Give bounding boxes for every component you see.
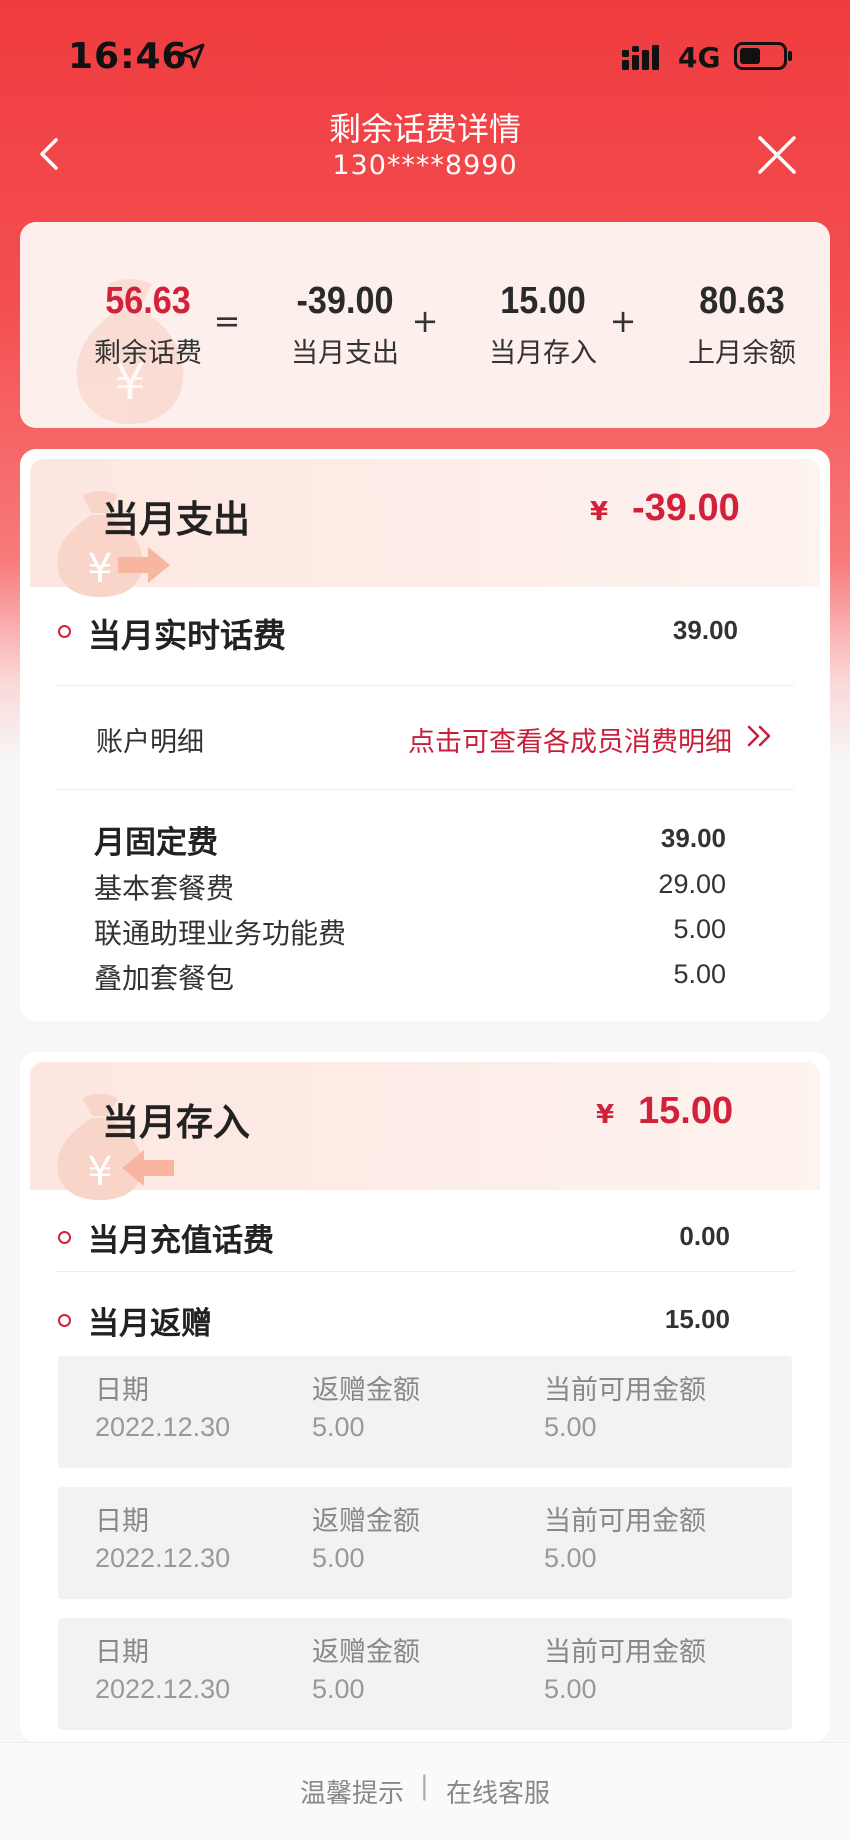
account-detail-link[interactable]: 账户明细 点击可查看各成员消费明细 (20, 706, 830, 766)
deposit-section: ¥ 当月存入 ¥ 15.00 当月充值话费 0.00 当月返赠 15.00 日期… (20, 1052, 830, 1742)
plus-sign: + (411, 302, 439, 340)
record-rebate-header: 返赠金额 (312, 1637, 420, 1668)
fee-item-value: 29.00 (658, 869, 726, 899)
battery-icon (734, 42, 794, 74)
currency-symbol: ¥ (590, 497, 609, 527)
tips-link[interactable]: 温馨提示 (300, 1773, 404, 1810)
month-deposit-value: 15.00 (500, 280, 586, 322)
recharge-row: 当月充值话费 0.00 (58, 1207, 798, 1267)
month-deposit-label: 当月存入 (489, 338, 597, 369)
expense-section-amount: -39.00 (632, 487, 740, 529)
record-available-header: 当前可用金额 (544, 1375, 706, 1406)
record-rebate-header: 返赠金额 (312, 1506, 420, 1537)
bullet-dot-icon (58, 1314, 71, 1327)
status-bar: 16:46 4G (0, 0, 850, 110)
rebate-row: 当月返赠 15.00 (58, 1290, 798, 1350)
expense-section-title: 当月支出 (102, 498, 250, 541)
realtime-fee-value: 39.00 (672, 615, 738, 645)
network-type: 4G (678, 41, 721, 74)
status-time: 16:46 (68, 36, 188, 77)
divider (56, 1271, 794, 1272)
svg-text:¥: ¥ (87, 546, 112, 592)
balance-summary-card: ¥ 56.63 剩余话费 = -39.00 当月支出 + 15.00 当月存入 … (20, 222, 830, 428)
fee-item-value: 5.00 (673, 959, 726, 989)
month-expense-value: -39.00 (296, 280, 394, 322)
location-arrow-icon (178, 42, 206, 74)
summary-deposit: 15.00 当月存入 (463, 280, 623, 370)
record-date-header: 日期 (95, 1375, 149, 1406)
record-available-amount: 5.00 (544, 1543, 597, 1573)
bullet-dot-icon (58, 1231, 71, 1244)
summary-expense: -39.00 当月支出 (265, 280, 425, 370)
record-available-header: 当前可用金额 (544, 1637, 706, 1668)
signal-icon (622, 44, 666, 76)
record-date: 2022.12.30 (95, 1674, 231, 1704)
online-service-link[interactable]: 在线客服 (446, 1773, 550, 1810)
divider (56, 789, 794, 790)
deposit-section-title: 当月存入 (102, 1101, 250, 1144)
expense-section-header: ¥ 当月支出 ¥ -39.00 (30, 459, 820, 597)
remaining-balance-label: 剩余话费 (94, 338, 202, 369)
expense-section: ¥ 当月支出 ¥ -39.00 当月实时话费 39.00 账户明细 点击可查看各… (20, 449, 830, 1021)
equals-sign: = (213, 302, 241, 340)
rebate-record: 日期 返赠金额 当前可用金额 2022.12.30 5.00 5.00 (58, 1487, 792, 1599)
record-available-amount: 5.00 (544, 1412, 597, 1442)
rebate-value: 15.00 (664, 1304, 730, 1334)
record-available-amount: 5.00 (544, 1674, 597, 1704)
remaining-balance-value: 56.63 (105, 280, 191, 322)
record-rebate-amount: 5.00 (312, 1674, 365, 1704)
summary-remaining: 56.63 剩余话费 (68, 280, 228, 370)
fee-item-label: 基本套餐费 (94, 872, 235, 905)
record-date: 2022.12.30 (95, 1543, 231, 1573)
rebate-record: 日期 返赠金额 当前可用金额 2022.12.30 5.00 5.00 (58, 1356, 792, 1468)
bullet-dot-icon (58, 625, 71, 638)
close-button[interactable] (754, 132, 800, 178)
realtime-fee-row: 当月实时话费 39.00 (58, 601, 798, 661)
divider (56, 685, 794, 686)
member-consumption-link[interactable]: 点击可查看各成员消费明细 (408, 720, 732, 759)
record-rebate-amount: 5.00 (312, 1412, 365, 1442)
phone-number: 130****8990 (332, 150, 518, 181)
close-icon (758, 136, 796, 174)
rebate-record: 日期 返赠金额 当前可用金额 2022.12.30 5.00 5.00 (58, 1618, 792, 1730)
realtime-fee-label: 当月实时话费 (88, 616, 286, 655)
deposit-section-header: ¥ 当月存入 ¥ 15.00 (30, 1062, 820, 1200)
record-rebate-header: 返赠金额 (312, 1375, 420, 1406)
footer-bar: 温馨提示 | 在线客服 (0, 1742, 850, 1840)
last-month-balance-value: 80.63 (699, 280, 785, 322)
last-month-balance-label: 上月余额 (688, 338, 796, 369)
rebate-label: 当月返赠 (88, 1306, 212, 1342)
fee-item-label: 叠加套餐包 (94, 962, 235, 995)
fixed-fee-label: 月固定费 (94, 825, 218, 861)
recharge-value: 0.00 (679, 1221, 730, 1251)
double-chevron-right-icon (746, 724, 774, 752)
record-date-header: 日期 (95, 1506, 149, 1537)
deposit-section-amount: 15.00 (638, 1090, 734, 1132)
fee-item-value: 5.00 (673, 914, 726, 944)
account-detail-label: 账户明细 (96, 727, 204, 758)
footer-separator: | (420, 1771, 429, 1801)
currency-symbol: ¥ (596, 1100, 615, 1130)
page-title: 剩余话费详情 (328, 110, 521, 148)
plus-sign: + (609, 302, 637, 340)
fixed-fee-value: 39.00 (660, 823, 726, 853)
recharge-label: 当月充值话费 (88, 1223, 274, 1259)
record-rebate-amount: 5.00 (312, 1543, 365, 1573)
fee-item-label: 联通助理业务功能费 (94, 917, 347, 950)
record-available-header: 当前可用金额 (544, 1506, 706, 1537)
record-date-header: 日期 (95, 1637, 149, 1668)
summary-last-balance: 80.63 上月余额 (662, 280, 822, 370)
month-expense-label: 当月支出 (291, 338, 399, 369)
record-date: 2022.12.30 (95, 1412, 231, 1442)
svg-text:¥: ¥ (87, 1149, 112, 1195)
